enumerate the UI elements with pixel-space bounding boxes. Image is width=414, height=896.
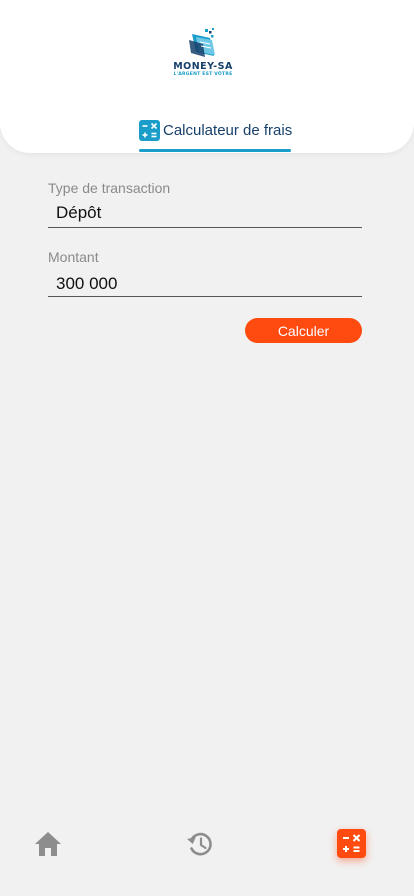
nav-home[interactable] (34, 831, 62, 857)
home-icon (35, 832, 61, 856)
amount-label: Montant (48, 249, 99, 265)
nav-history[interactable] (186, 830, 214, 858)
tab-fee-calculator[interactable]: Calculateur de frais (139, 119, 293, 153)
amount-input[interactable] (48, 271, 362, 297)
calculate-button[interactable]: Calculer (245, 318, 362, 343)
money-logo-icon (189, 28, 215, 57)
tab-active-indicator (139, 149, 291, 152)
calculator-icon (343, 834, 361, 852)
money-sa-logo: MONEY-SA L'ARGENT EST VÔTRE (168, 28, 238, 84)
nav-calculator[interactable] (337, 829, 366, 858)
transaction-type-label: Type de transaction (48, 180, 171, 196)
history-icon (187, 832, 212, 856)
tab-label: Calculateur de frais (163, 122, 293, 139)
app-header: MONEY-SA L'ARGENT EST VÔTRE Calculateur … (0, 0, 414, 153)
transaction-type-select[interactable]: Dépôt (48, 202, 362, 228)
brand-name: MONEY-SA (173, 61, 233, 72)
calculator-icon (139, 120, 160, 141)
brand-tagline: L'ARGENT EST VÔTRE (173, 72, 233, 77)
